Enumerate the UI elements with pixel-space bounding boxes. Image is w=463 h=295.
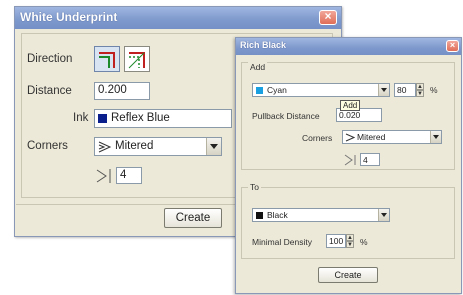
close-button[interactable]: ×	[319, 9, 337, 25]
direction-inward-button[interactable]	[94, 46, 120, 72]
direction-label: Direction	[27, 53, 73, 65]
minimal-density-label: Minimal Density	[252, 237, 312, 247]
corners-dropdown-arrow[interactable]	[206, 138, 221, 155]
white-underprint-titlebar[interactable]: White Underprint ×	[15, 7, 341, 29]
to-group: To Black Minimal Density 100 ▲ ▼ %	[241, 182, 455, 259]
corner-size-icon	[96, 169, 111, 183]
add-percent-input[interactable]: 80	[394, 83, 416, 97]
cyan-swatch	[256, 87, 263, 94]
ink-value: Reflex Blue	[111, 112, 170, 124]
minimal-density-down-arrow[interactable]: ▼	[346, 241, 354, 248]
add-ink-dropdown-arrow[interactable]	[378, 84, 389, 96]
minimal-density-up-arrow[interactable]: ▲	[346, 234, 354, 241]
add-tooltip: Add	[340, 100, 361, 111]
black-swatch	[256, 212, 263, 219]
add-group: Add Cyan 80 ▲ ▼ % Pullback Distance 0.02…	[241, 62, 455, 170]
corner-size-icon	[344, 154, 356, 166]
corners-label: Corners	[302, 133, 333, 143]
direction-inward-icon	[99, 52, 115, 68]
add-group-label: Add	[248, 62, 268, 72]
pullback-distance-label: Pullback Distance	[252, 111, 320, 121]
to-ink-dropdown-arrow[interactable]	[378, 209, 389, 221]
ink-label: Ink	[73, 112, 89, 124]
ink-field[interactable]: Reflex Blue	[94, 109, 232, 128]
window-title: White Underprint	[20, 10, 118, 24]
direction-outward-button[interactable]	[124, 46, 150, 72]
mitered-corner-icon	[98, 141, 112, 153]
corners-select[interactable]: Mitered	[342, 130, 442, 144]
to-ink-value: Black	[267, 210, 288, 220]
corners-select[interactable]: Mitered	[94, 137, 222, 156]
direction-outward-icon	[128, 52, 145, 69]
create-button[interactable]: Create	[318, 267, 378, 283]
corner-size-input[interactable]: 4	[360, 153, 380, 166]
corners-dropdown-arrow[interactable]	[430, 131, 441, 143]
minimal-density-input[interactable]: 100	[326, 234, 346, 248]
corners-value: Mitered	[357, 132, 386, 142]
to-ink-select[interactable]: Black	[252, 208, 390, 222]
window-title: Rich Black	[240, 40, 287, 50]
corners-label: Corners	[27, 140, 68, 152]
minimal-density-unit: %	[360, 237, 368, 247]
close-icon: ×	[324, 9, 332, 23]
rich-black-titlebar[interactable]: Rich Black ×	[236, 38, 461, 55]
corner-size-input[interactable]: 4	[116, 167, 142, 184]
distance-input[interactable]: 0.200	[94, 82, 150, 100]
add-percent-up-arrow[interactable]: ▲	[416, 83, 424, 90]
add-percent-down-arrow[interactable]: ▼	[416, 90, 424, 97]
rich-black-window: Rich Black × Add Cyan 80 ▲ ▼ % Pullback …	[235, 37, 462, 294]
add-percent-symbol: %	[430, 85, 438, 95]
distance-label: Distance	[27, 85, 72, 97]
close-icon: ×	[449, 40, 456, 50]
corners-value: Mitered	[115, 140, 154, 152]
close-button[interactable]: ×	[446, 40, 459, 52]
ink-swatch	[98, 114, 107, 123]
add-ink-value: Cyan	[267, 85, 287, 95]
add-ink-select[interactable]: Cyan	[252, 83, 390, 97]
mitered-corner-icon	[345, 133, 355, 142]
to-group-label: To	[248, 182, 261, 192]
create-button[interactable]: Create	[164, 208, 222, 228]
